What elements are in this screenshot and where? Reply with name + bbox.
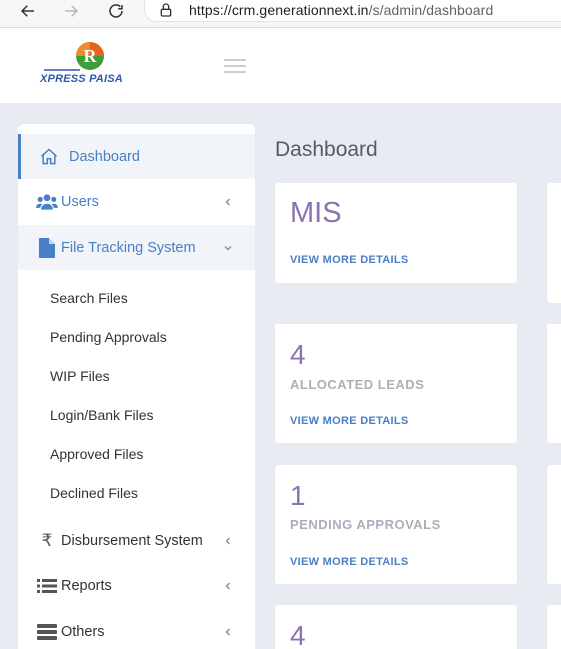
address-bar[interactable]: https://crm.generationnext.in/s/admin/da… [144, 0, 561, 22]
sidebar-item-dashboard[interactable]: Dashboard [18, 134, 255, 179]
card-value: 4 [290, 339, 306, 370]
card-pending-approvals: 1 PENDING APPROVALS VIEW MORE DETAILS [275, 465, 517, 584]
sidebar-item-label: Users [61, 193, 99, 210]
card-right-column [547, 605, 561, 649]
submenu-item-login-bank-files[interactable]: Login/Bank Files [50, 407, 154, 423]
logo-mark-icon: R [44, 42, 104, 71]
submenu-item-approved-files[interactable]: Approved Files [50, 446, 143, 462]
browser-toolbar: https://crm.generationnext.in/s/admin/da… [0, 0, 561, 28]
sidebar-item-users[interactable]: Users [18, 179, 255, 224]
reload-icon[interactable] [104, 0, 128, 22]
chevron-left-icon [225, 581, 231, 590]
url-text: https://crm.generationnext.in/s/admin/da… [189, 2, 493, 18]
sidebar-item-label: Disbursement System [61, 532, 203, 549]
chevron-left-icon [225, 536, 231, 545]
sidebar-item-label: Dashboard [69, 148, 140, 165]
logo-text: XPRESS PAISA [40, 73, 123, 85]
view-more-details-link[interactable]: VIEW MORE DETAILS [290, 254, 409, 266]
lock-icon [160, 3, 172, 17]
list-icon [36, 575, 58, 597]
server-icon [36, 621, 58, 643]
users-icon [36, 191, 58, 213]
menu-toggle-icon[interactable] [224, 59, 246, 75]
card-value: 4 [290, 620, 306, 649]
card-value: MIS [290, 197, 342, 229]
rupee-icon: ₹ [41, 530, 53, 551]
card-mis: MIS VIEW MORE DETAILS [275, 183, 517, 283]
sidebar-item-label: Others [61, 623, 105, 640]
brand-logo[interactable]: R XPRESS PAISA [40, 40, 150, 90]
sidebar-item-label: File Tracking System [61, 239, 196, 256]
logo-letter: R [84, 46, 98, 66]
app-header: R XPRESS PAISA [0, 28, 561, 103]
home-icon [38, 146, 60, 168]
chevron-left-icon [225, 197, 231, 206]
sidebar-item-file-tracking[interactable]: File Tracking System [18, 225, 255, 270]
url-path: /s/admin/dashboard [368, 2, 494, 18]
url-host: https://crm.generationnext.in [189, 2, 369, 18]
card-right-column [547, 465, 561, 584]
back-arrow-icon[interactable] [16, 0, 40, 22]
sidebar-item-reports[interactable]: Reports [18, 563, 255, 608]
card-value: 1 [290, 480, 306, 511]
card-partial: 4 [275, 605, 517, 649]
page-title: Dashboard [275, 138, 378, 161]
card-right-column [547, 183, 561, 303]
sidebar: Dashboard Users File Tracking System Sea… [18, 124, 255, 649]
view-more-details-link[interactable]: VIEW MORE DETAILS [290, 556, 409, 568]
file-icon [36, 237, 58, 259]
sidebar-item-disbursement[interactable]: ₹ Disbursement System [18, 518, 255, 563]
sidebar-item-label: Reports [61, 577, 112, 594]
card-caption: PENDING APPROVALS [290, 517, 441, 532]
submenu-item-declined-files[interactable]: Declined Files [50, 485, 138, 501]
forward-arrow-icon[interactable] [59, 0, 83, 22]
card-allocated-leads: 4 ALLOCATED LEADS VIEW MORE DETAILS [275, 324, 517, 443]
view-more-details-link[interactable]: VIEW MORE DETAILS [290, 415, 409, 427]
sidebar-item-others[interactable]: Others [18, 609, 255, 649]
submenu-item-pending-approvals[interactable]: Pending Approvals [50, 329, 167, 345]
chevron-left-icon [225, 627, 231, 636]
submenu-item-wip-files[interactable]: WIP Files [50, 368, 110, 384]
submenu-item-search-files[interactable]: Search Files [50, 290, 128, 306]
card-right-column [547, 324, 561, 443]
chevron-down-icon [224, 245, 232, 251]
card-caption: ALLOCATED LEADS [290, 377, 425, 392]
